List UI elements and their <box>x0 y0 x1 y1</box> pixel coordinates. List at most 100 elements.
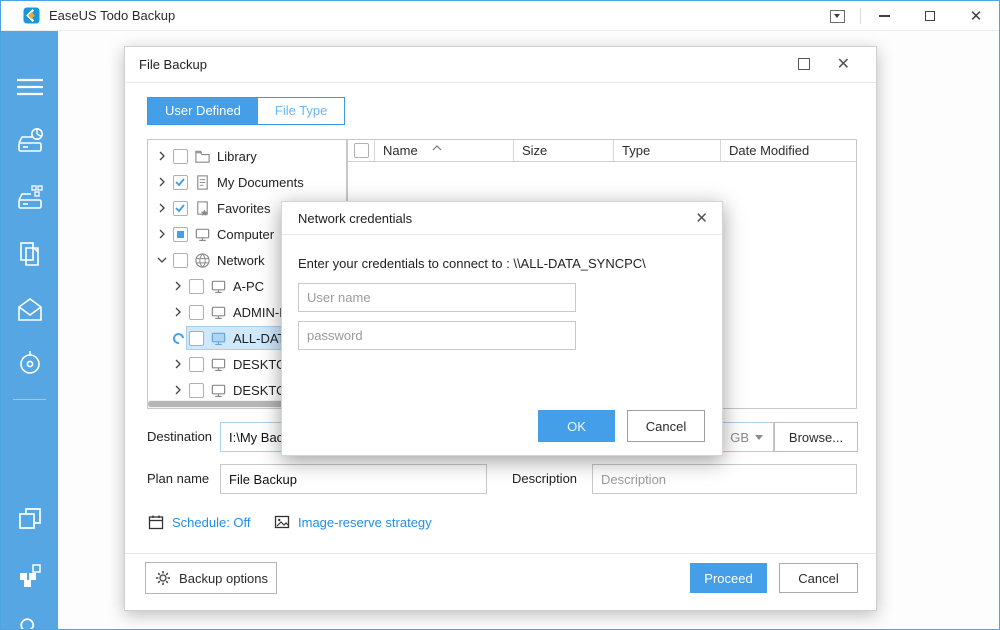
chevron-right-icon[interactable] <box>170 307 186 317</box>
sidebar-item-utilities[interactable] <box>1 614 58 630</box>
tree-item-label: My Documents <box>217 175 304 190</box>
check-icon <box>174 176 186 188</box>
menu-button[interactable] <box>1 69 58 105</box>
tab-group: User Defined File Type <box>147 97 345 125</box>
maximize-icon <box>925 11 935 21</box>
chevron-down-icon[interactable] <box>154 255 170 265</box>
checkbox-unchecked[interactable] <box>189 357 204 372</box>
document-icon <box>194 174 211 191</box>
username-input[interactable] <box>298 283 576 312</box>
chevron-right-icon[interactable] <box>154 229 170 239</box>
password-input[interactable] <box>298 321 576 350</box>
maximize-button[interactable] <box>907 1 953 31</box>
modal-cancel-button[interactable]: Cancel <box>627 410 705 442</box>
network-credentials-dialog: Network credentials ✕ Enter your credent… <box>281 201 723 456</box>
description-input[interactable] <box>592 464 857 494</box>
sidebar-item-clone[interactable] <box>1 501 58 537</box>
checkbox-checked[interactable] <box>173 201 188 216</box>
title-bar: EaseUS Todo Backup ✕ <box>1 1 999 31</box>
image-icon <box>273 513 291 531</box>
column-header-size[interactable]: Size <box>514 140 614 161</box>
clone-icon <box>15 504 45 534</box>
sidebar-item-disk-backup[interactable] <box>1 123 58 159</box>
tree-item-my-documents[interactable]: My Documents <box>148 169 346 195</box>
checkbox-unchecked[interactable] <box>189 279 204 294</box>
checkbox-partial[interactable] <box>173 227 188 242</box>
tree-item-label: ADMIN-P <box>233 305 288 320</box>
column-header-name[interactable]: Name <box>375 140 514 161</box>
dialog-header: File Backup ✕ <box>125 47 876 83</box>
dialog-close-icon[interactable]: ✕ <box>837 55 850 75</box>
tree-item-label: Library <box>217 149 257 164</box>
tree-item-label: Computer <box>217 227 274 242</box>
wrench-icon <box>13 617 47 630</box>
checkbox-unchecked[interactable] <box>189 383 204 398</box>
sidebar-item-tools[interactable] <box>1 557 58 593</box>
modal-header: Network credentials ✕ <box>282 202 722 235</box>
tree-item-library[interactable]: Library <box>148 143 346 169</box>
column-label: Date Modified <box>729 143 809 158</box>
tab-user-defined[interactable]: User Defined <box>148 98 258 124</box>
chevron-right-icon[interactable] <box>154 203 170 213</box>
chevron-right-icon[interactable] <box>154 151 170 161</box>
sidebar <box>1 31 58 629</box>
chevron-right-icon[interactable] <box>170 385 186 395</box>
column-header-type[interactable]: Type <box>614 140 721 161</box>
ok-button[interactable]: OK <box>538 410 615 442</box>
disk-backup-icon <box>15 126 45 156</box>
column-label: Type <box>622 143 650 158</box>
column-label: Name <box>383 143 418 158</box>
system-backup-icon <box>15 183 45 213</box>
computer-icon <box>210 356 227 373</box>
computer-icon <box>194 226 211 243</box>
network-globe-icon <box>194 252 211 269</box>
titlebar-dropdown-button[interactable] <box>814 1 860 31</box>
checkbox-checked[interactable] <box>173 175 188 190</box>
smart-backup-icon <box>15 348 45 378</box>
schedule-link[interactable]: Schedule: Off <box>147 512 251 532</box>
checkbox-unchecked[interactable] <box>189 331 204 346</box>
folder-icon <box>194 148 211 165</box>
computer-icon <box>210 304 227 321</box>
browse-button[interactable]: Browse... <box>774 422 858 452</box>
close-button[interactable]: ✕ <box>953 1 999 31</box>
calendar-icon <box>147 513 165 531</box>
select-all-checkbox[interactable] <box>354 143 369 158</box>
modal-close-icon[interactable]: ✕ <box>695 209 708 227</box>
tab-file-type[interactable]: File Type <box>258 98 345 124</box>
chevron-down-icon[interactable] <box>755 435 763 440</box>
plan-name-input[interactable] <box>220 464 487 494</box>
image-reserve-link[interactable]: Image-reserve strategy <box>273 512 432 532</box>
sidebar-item-mail-backup[interactable] <box>1 292 58 328</box>
backup-options-label: Backup options <box>179 571 268 586</box>
checkbox-unchecked[interactable] <box>173 149 188 164</box>
image-reserve-link-label: Image-reserve strategy <box>298 515 432 530</box>
column-header-date-modified[interactable]: Date Modified <box>721 140 856 161</box>
minimize-button[interactable] <box>861 1 907 31</box>
favorites-icon <box>194 200 211 217</box>
tree-item-label: A-PC <box>233 279 264 294</box>
computer-icon <box>210 278 227 295</box>
sidebar-item-smart-backup[interactable] <box>1 345 58 381</box>
tree-item-label: Network <box>217 253 265 268</box>
window-title: EaseUS Todo Backup <box>49 1 175 31</box>
sidebar-item-system-backup[interactable] <box>1 180 58 216</box>
chevron-right-icon[interactable] <box>170 359 186 369</box>
checkbox-unchecked[interactable] <box>189 305 204 320</box>
loading-spinner-icon <box>170 333 186 344</box>
chevron-right-icon[interactable] <box>154 177 170 187</box>
dialog-maximize-icon[interactable] <box>798 58 810 70</box>
sort-ascending-icon <box>432 145 442 151</box>
chevron-right-icon[interactable] <box>170 281 186 291</box>
schedule-link-label: Schedule: Off <box>172 515 251 530</box>
dialog-cancel-button[interactable]: Cancel <box>779 563 858 593</box>
column-label: Size <box>522 143 547 158</box>
destination-unit: GB <box>730 430 749 445</box>
sidebar-item-file-backup[interactable] <box>1 236 58 272</box>
backup-options-button[interactable]: Backup options <box>145 562 277 594</box>
plan-name-label: Plan name <box>147 464 209 494</box>
checkbox-unchecked[interactable] <box>173 253 188 268</box>
check-icon <box>174 202 186 214</box>
proceed-button[interactable]: Proceed <box>690 563 767 593</box>
header-checkbox-cell <box>348 140 375 161</box>
